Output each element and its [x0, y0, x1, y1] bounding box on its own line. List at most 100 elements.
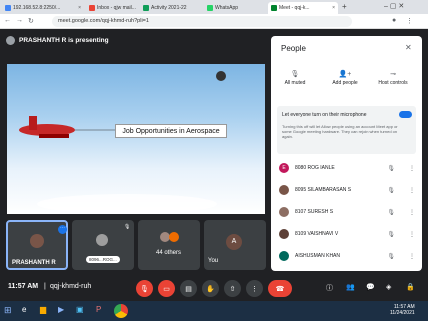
- powerpoint-icon[interactable]: P: [96, 305, 101, 314]
- participant-name: 8095 SILAMBARASAN S: [295, 187, 352, 193]
- sheets-icon: [143, 5, 149, 11]
- avatar: [279, 251, 289, 261]
- chrome-icon[interactable]: [114, 304, 128, 318]
- mic-off-icon: 🎙: [140, 285, 149, 293]
- profile-icon[interactable]: ●: [392, 17, 396, 24]
- presenting-label: PRASHANTH R is presenting: [19, 37, 109, 45]
- avatar: [169, 232, 179, 242]
- captions-button[interactable]: ▤: [180, 280, 197, 297]
- mic-off-icon[interactable]: 🎙: [387, 187, 395, 194]
- toggle-description: Turning this off will let Allow people u…: [282, 124, 398, 139]
- chat-icon[interactable]: 💬: [366, 283, 375, 291]
- more-vert-icon[interactable]: ⋮: [409, 165, 415, 172]
- reload-icon[interactable]: ↻: [28, 17, 34, 25]
- tile-name: 8096...ROG...: [86, 256, 120, 263]
- avatar: [279, 229, 289, 239]
- leave-call-button[interactable]: ☎: [268, 280, 292, 297]
- action-label: Host controls: [378, 80, 408, 86]
- participant-row[interactable]: 8109 VAISHNAVI V 🎙 ⋮: [279, 226, 415, 242]
- info-icon[interactable]: ⓘ: [326, 283, 333, 293]
- window-controls[interactable]: – ▢ ✕: [384, 2, 404, 10]
- tile-participant[interactable]: 🎙 8096...ROG...: [72, 220, 134, 270]
- participant-row[interactable]: E 8080 ROG IANLE 🎙 ⋮: [279, 160, 415, 176]
- raise-hand-button[interactable]: ✋: [202, 280, 219, 297]
- more-options-button[interactable]: ⋮: [246, 280, 263, 297]
- tab-2[interactable]: Inbox - qjw mail...: [86, 2, 138, 14]
- presenting-bar: PRASHANTH R is presenting: [6, 36, 109, 45]
- host-controls-icon[interactable]: 🔒: [406, 283, 415, 291]
- toggle-label: Let everyone turn on their microphone: [282, 112, 367, 118]
- banner-text: Job Opportunities in Aerospace: [122, 127, 220, 135]
- tab-3[interactable]: Activity 2021-22: [140, 2, 202, 14]
- tab-4[interactable]: WhatsApp: [204, 2, 266, 14]
- mic-toggle-button[interactable]: 🎙: [136, 280, 153, 297]
- captions-icon: ▤: [185, 285, 192, 293]
- tab-1[interactable]: 192.168.52.8:2250/... ×: [2, 2, 84, 14]
- participant-row[interactable]: 8095 SILAMBARASAN S 🎙 ⋮: [279, 182, 415, 198]
- tab-label: Inbox - qjw mail...: [97, 5, 136, 11]
- participant-row[interactable]: AISHUSMAN KHAN 🎙 ⋮: [279, 248, 415, 264]
- meet-icon: [271, 5, 277, 11]
- mic-off-icon[interactable]: 🎙: [387, 209, 395, 216]
- mic-off-icon[interactable]: 🎙: [387, 231, 395, 238]
- meeting-time: 11:57 AM: [8, 283, 39, 290]
- present-button[interactable]: ⇧: [224, 280, 241, 297]
- participant-row[interactable]: 8107 SURESH S 🎙 ⋮: [279, 204, 415, 220]
- participant-name: 8109 VAISHNAVI V: [295, 231, 339, 237]
- logo-icon: [216, 71, 226, 81]
- avatar: [279, 207, 289, 217]
- plane-wing: [39, 134, 69, 138]
- mic-off-icon[interactable]: 🎙: [387, 165, 395, 172]
- people-icon[interactable]: 👥: [346, 283, 355, 291]
- more-vert-icon[interactable]: ⋮: [409, 209, 415, 216]
- close-icon[interactable]: ×: [78, 5, 81, 11]
- windows-start-icon[interactable]: ⊞: [4, 305, 12, 316]
- tile-name: 44 others: [156, 250, 182, 256]
- back-icon[interactable]: ←: [4, 17, 11, 24]
- close-icon[interactable]: ×: [332, 5, 335, 11]
- mute-all-button[interactable]: 🎙 All muted: [279, 70, 311, 86]
- more-options-icon[interactable]: ⋯: [58, 225, 67, 234]
- more-vert-icon: ⋮: [251, 285, 258, 293]
- ie-icon[interactable]: e: [22, 305, 26, 314]
- folder-icon[interactable]: ▆: [40, 305, 46, 314]
- avatar: A: [226, 234, 242, 250]
- teams-icon[interactable]: ▣: [76, 305, 84, 314]
- close-icon[interactable]: ✕: [405, 43, 412, 52]
- add-people-button[interactable]: 👤+ Add people: [327, 70, 363, 86]
- more-vert-icon[interactable]: ⋮: [409, 253, 415, 260]
- windows-taskbar: ⊞ e ▆ ▶ ▣ P 11:57 AM 11/24/2021: [0, 301, 428, 321]
- mic-off-icon: 🎙: [124, 224, 131, 230]
- tile-presenter[interactable]: ⋯ PRASHANTH R: [6, 220, 68, 270]
- avatar: [96, 234, 108, 246]
- hangup-icon: ☎: [275, 285, 285, 293]
- mic-off-icon[interactable]: 🎙: [387, 253, 395, 260]
- panel-title: People: [281, 44, 306, 53]
- toggle-icon: ⊸: [390, 71, 396, 78]
- media-icon[interactable]: ▶: [58, 305, 64, 314]
- host-controls-button[interactable]: ⊸ Host controls: [371, 70, 415, 86]
- address-bar: ← → ↻ meet.google.com/qqj-khmd-ruh?pli=1…: [0, 14, 428, 29]
- tab-label: Activity 2021-22: [151, 5, 187, 11]
- menu-icon[interactable]: ⋮: [406, 17, 413, 25]
- tab-label: Meet - qqj-k...: [279, 5, 310, 11]
- people-panel: People ✕ 🎙 All muted 👤+ Add people ⊸ Host c…: [271, 36, 422, 271]
- system-clock[interactable]: 11:57 AM 11/24/2021: [390, 304, 415, 316]
- more-vert-icon[interactable]: ⋮: [409, 231, 415, 238]
- tile-name: PRASHANTH R: [12, 260, 56, 266]
- tab-meet[interactable]: Meet - qqj-k... ×: [268, 2, 338, 14]
- activities-icon[interactable]: ◈: [386, 283, 391, 291]
- site-icon: [5, 5, 11, 11]
- tile-others[interactable]: 44 others: [138, 220, 200, 270]
- tile-name: You: [208, 258, 219, 264]
- separator: |: [44, 283, 46, 290]
- gmail-icon: [89, 5, 95, 11]
- forward-icon[interactable]: →: [16, 17, 23, 24]
- camera-toggle-button[interactable]: ▭: [158, 280, 175, 297]
- more-vert-icon[interactable]: ⋮: [409, 187, 415, 194]
- new-tab-button[interactable]: +: [342, 2, 347, 11]
- present-icon: ⇧: [229, 285, 236, 293]
- tile-you[interactable]: A You: [204, 220, 266, 270]
- url-field[interactable]: meet.google.com/qqj-khmd-ruh?pli=1: [52, 16, 352, 27]
- mic-permission-toggle[interactable]: [399, 111, 412, 118]
